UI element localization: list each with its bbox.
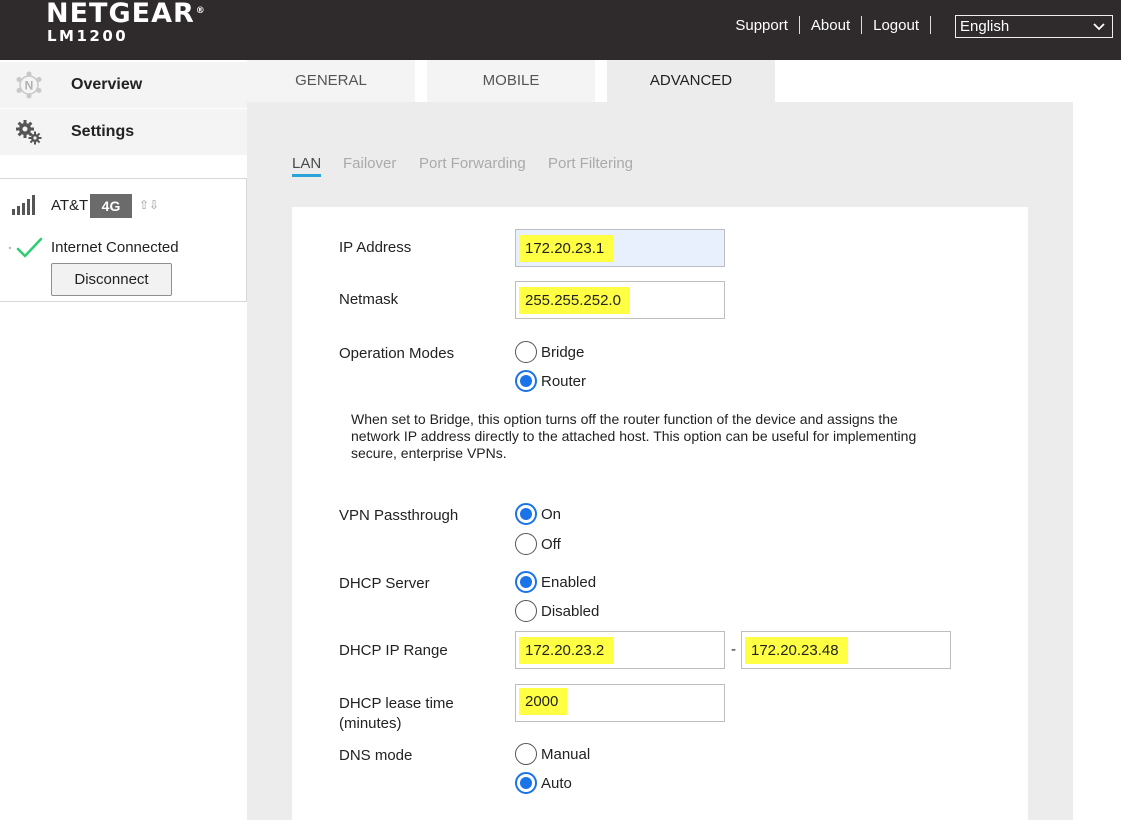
vpn-off-radio-label: Off: [541, 535, 561, 553]
about-link[interactable]: About: [800, 17, 861, 34]
bridge-radio[interactable]: [515, 341, 537, 363]
dhcp-disabled-radio-label: Disabled: [541, 602, 600, 620]
ip-address-input[interactable]: 172.20.23.1: [515, 229, 725, 267]
operation-modes-label: Operation Modes: [339, 345, 455, 362]
vpn-off-radio-option[interactable]: Off: [515, 533, 561, 555]
router-radio-option[interactable]: Router: [515, 370, 586, 392]
netmask-label: Netmask: [339, 291, 399, 308]
netmask-value: 255.255.252.0: [519, 287, 630, 314]
svg-text:N: N: [25, 79, 34, 93]
netmask-input[interactable]: 255.255.252.0: [515, 281, 725, 319]
gear-icon: [14, 117, 44, 147]
lease-time-input[interactable]: 2000: [515, 684, 725, 722]
bridge-radio-option[interactable]: Bridge: [515, 341, 584, 363]
router-radio[interactable]: [515, 370, 537, 392]
subtab-port-filtering[interactable]: Port Filtering: [548, 155, 633, 172]
dns-manual-radio-label: Manual: [541, 745, 591, 763]
dhcp-ip-range-label: DHCP IP Range: [339, 642, 448, 659]
dhcp-range-start-input[interactable]: 172.20.23.2: [515, 631, 725, 669]
sidebar-item-overview[interactable]: N Overview: [0, 62, 247, 108]
disconnect-button[interactable]: Disconnect: [51, 263, 172, 296]
dhcp-enabled-radio-label: Enabled: [541, 573, 597, 591]
dns-manual-radio[interactable]: [515, 743, 537, 765]
checkmark-icon: [8, 235, 44, 261]
netgear-n-icon: N: [14, 70, 44, 100]
sidebar-item-settings[interactable]: Settings: [0, 109, 247, 155]
ip-address-value: 172.20.23.1: [519, 235, 614, 262]
top-links: Support About Logout: [724, 16, 931, 34]
ip-address-label: IP Address: [339, 239, 412, 256]
dhcp-range-end-input[interactable]: 172.20.23.48: [741, 631, 951, 669]
network-type-badge: 4G: [90, 194, 132, 218]
language-value: English: [960, 18, 1010, 35]
top-header: NETGEAR® LM1200 Support About Logout Eng…: [0, 0, 1121, 60]
vpn-off-radio[interactable]: [515, 533, 537, 555]
dhcp-range-end-value: 172.20.23.48: [745, 637, 848, 664]
vpn-on-radio-option[interactable]: On: [515, 503, 561, 525]
connection-status-panel: AT&T 4G ⇧⇩ Internet Connected Disconnect: [0, 178, 247, 302]
lease-time-label: DHCP lease time: [339, 695, 454, 712]
sidebar-item-label: Settings: [71, 123, 135, 140]
vpn-on-radio-label: On: [541, 505, 562, 523]
dns-manual-radio-option[interactable]: Manual: [515, 743, 590, 765]
vpn-on-radio[interactable]: [515, 503, 537, 525]
link-divider: [930, 16, 931, 34]
logout-link[interactable]: Logout: [862, 17, 930, 34]
subtab-port-forwarding[interactable]: Port Forwarding: [419, 155, 526, 172]
dhcp-server-label: DHCP Server: [339, 575, 430, 592]
data-transfer-arrows-icon: ⇧⇩: [139, 198, 160, 212]
dhcp-enabled-radio-option[interactable]: Enabled: [515, 571, 596, 593]
connection-status-text: Internet Connected: [51, 239, 179, 256]
dns-auto-radio[interactable]: [515, 772, 537, 794]
bridge-radio-label: Bridge: [541, 343, 585, 361]
dns-auto-radio-option[interactable]: Auto: [515, 772, 572, 794]
subtab-failover[interactable]: Failover: [343, 155, 396, 172]
dns-mode-label: DNS mode: [339, 747, 413, 764]
lease-time-unit-label: (minutes): [339, 715, 402, 732]
tab-advanced[interactable]: ADVANCED: [607, 60, 775, 102]
vpn-passthrough-label: VPN Passthrough: [339, 507, 459, 524]
chevron-down-icon: [1092, 19, 1106, 37]
carrier-name: AT&T: [51, 197, 89, 214]
router-radio-label: Router: [541, 372, 587, 390]
dns-auto-radio-label: Auto: [541, 774, 572, 792]
dhcp-range-start-value: 172.20.23.2: [519, 637, 614, 664]
dhcp-disabled-radio[interactable]: [515, 600, 537, 622]
sidebar-item-label: Overview: [71, 76, 143, 93]
dhcp-disabled-radio-option[interactable]: Disabled: [515, 600, 599, 622]
subtab-lan[interactable]: LAN: [292, 155, 322, 177]
lease-time-value: 2000: [519, 688, 568, 715]
signal-strength-icon: [12, 195, 40, 215]
bridge-mode-note: When set to Bridge, this option turns of…: [351, 411, 917, 461]
language-select[interactable]: English: [955, 15, 1113, 38]
tab-mobile[interactable]: MOBILE: [427, 60, 595, 102]
support-link[interactable]: Support: [724, 17, 799, 34]
tab-general[interactable]: GENERAL: [247, 60, 415, 102]
range-separator: -: [731, 641, 736, 658]
dhcp-enabled-radio[interactable]: [515, 571, 537, 593]
netgear-logo: NETGEAR®: [46, 0, 206, 29]
model-name: LM1200: [47, 27, 129, 45]
